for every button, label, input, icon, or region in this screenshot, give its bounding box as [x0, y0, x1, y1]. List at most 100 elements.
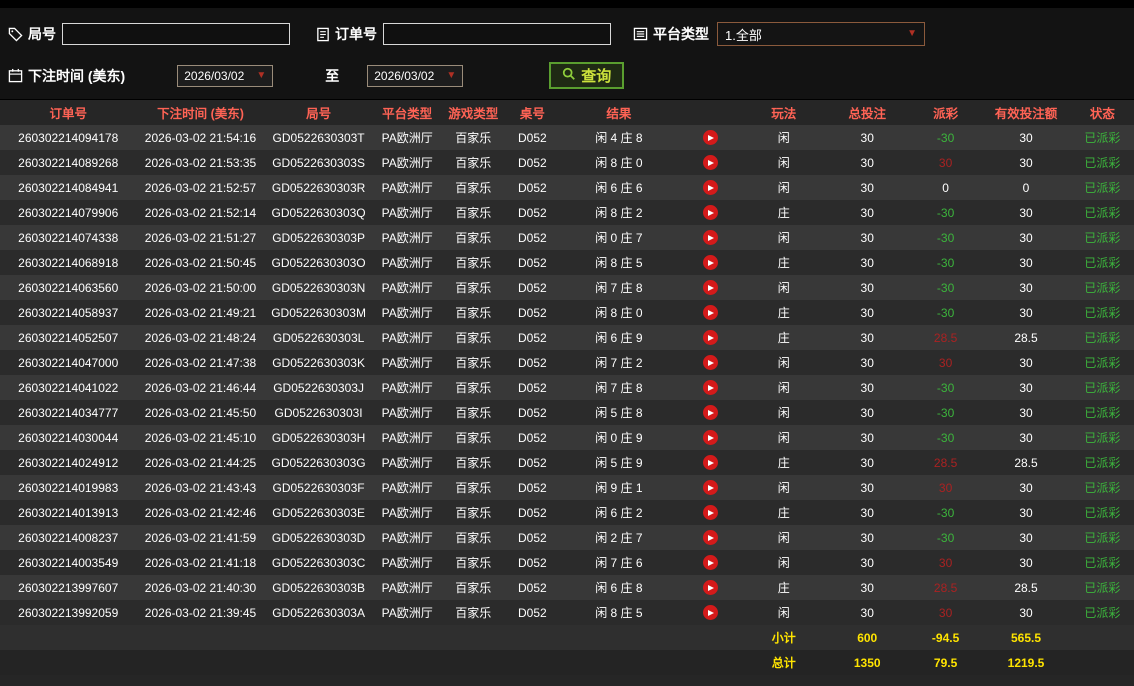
play-triangle-icon [708, 134, 715, 141]
table-row: 260302214052507 2026-03-02 21:48:24 GD05… [0, 325, 1134, 350]
bet-time-cell: 2026-03-02 21:52:14 [144, 205, 257, 220]
calendar-icon [8, 68, 23, 83]
result-cell: 闲 5 庄 9 [595, 456, 643, 470]
total-bet-cell: 30 [860, 230, 874, 245]
result-cell: 闲 4 庄 8 [595, 131, 643, 145]
payout-cell: -30 [936, 280, 955, 295]
replay-cell [678, 300, 743, 325]
replay-icon[interactable] [702, 280, 718, 296]
replay-icon[interactable] [702, 480, 718, 496]
status-cell: 已派彩 [1084, 381, 1121, 395]
order-label: 订单号 [335, 26, 377, 42]
total-bet-cell: 30 [860, 305, 874, 320]
order-no-cell: 260302214084941 [18, 180, 119, 195]
payout-cell: 30 [938, 155, 953, 170]
replay-icon[interactable] [702, 380, 718, 396]
replay-icon[interactable] [702, 555, 718, 571]
date-from-picker[interactable]: 2026/03/02 ▼ [177, 64, 274, 87]
play-triangle-icon [708, 609, 715, 616]
status-cell: 已派彩 [1084, 606, 1121, 620]
play-triangle-icon [708, 559, 715, 566]
subtotal-status-spacer [1071, 625, 1134, 650]
play-cell: 庄 [777, 331, 790, 345]
replay-icon[interactable] [702, 330, 718, 346]
replay-icon[interactable] [702, 230, 718, 246]
subtotal-row: 小计 600 -94.5 565.5 [0, 625, 1134, 650]
game-type-cell: 百家乐 [455, 381, 492, 395]
search-icon [562, 67, 576, 85]
round-no-cell: GD0522630303H [271, 430, 366, 445]
platform-cell: PA欧洲厅 [381, 506, 433, 520]
payout-cell: 0 [942, 180, 949, 195]
status-cell: 已派彩 [1084, 406, 1121, 420]
order-no-cell: 260302214068918 [18, 255, 119, 270]
total-bet-cell: 30 [860, 330, 874, 345]
order-input[interactable] [383, 23, 611, 45]
replay-icon[interactable] [702, 530, 718, 546]
round-no-cell: GD0522630303I [274, 405, 363, 420]
column-header-round-no: 局号 [264, 100, 373, 125]
list-icon [633, 27, 648, 41]
replay-icon[interactable] [702, 505, 718, 521]
replay-icon[interactable] [702, 355, 718, 371]
round-no-cell: GD0522630303M [271, 305, 366, 320]
bet-time-cell: 2026-03-02 21:39:45 [144, 605, 257, 620]
round-no-cell: GD0522630303J [273, 380, 364, 395]
total-bet-cell: 30 [860, 355, 874, 370]
payout-cell: 28.5 [933, 455, 958, 470]
order-no-cell: 260302214008237 [18, 530, 119, 545]
replay-icon[interactable] [702, 130, 718, 146]
play-cell: 庄 [777, 206, 790, 220]
query-button[interactable]: 查询 [549, 62, 625, 89]
play-triangle-icon [708, 409, 715, 416]
total-bet-cell: 30 [860, 280, 874, 295]
game-type-cell: 百家乐 [455, 156, 492, 170]
replay-cell [678, 200, 743, 225]
result-cell: 闲 7 庄 6 [595, 556, 643, 570]
valid-bet-cell: 30 [1019, 530, 1033, 545]
total-bet-cell: 30 [860, 530, 874, 545]
payout-cell: -30 [936, 530, 955, 545]
payout-cell: 30 [938, 480, 953, 495]
status-cell: 已派彩 [1084, 431, 1121, 445]
valid-bet-cell: 0 [1022, 180, 1030, 195]
replay-icon[interactable] [702, 305, 718, 321]
replay-icon[interactable] [702, 255, 718, 271]
replay-icon[interactable] [702, 430, 718, 446]
payout-cell: -30 [936, 255, 955, 270]
replay-icon[interactable] [702, 155, 718, 171]
replay-icon[interactable] [702, 580, 718, 596]
replay-icon[interactable] [702, 605, 718, 621]
table-no-cell: D052 [518, 580, 547, 595]
total-row: 总计 1350 79.5 1219.5 [0, 650, 1134, 675]
replay-icon[interactable] [702, 205, 718, 221]
play-cell: 闲 [777, 281, 790, 295]
table-no-cell: D052 [518, 230, 547, 245]
filter-panel: 局号 订单号 平台类型 1.全部 ▼ 下注时间 (美东) 2026/03/02 … [0, 8, 1134, 100]
table-row: 260302214068918 2026-03-02 21:50:45 GD05… [0, 250, 1134, 275]
replay-icon[interactable] [702, 180, 718, 196]
platform-cell: PA欧洲厅 [381, 531, 433, 545]
platform-select[interactable]: 1.全部 ▼ [717, 22, 925, 46]
column-header-order-no: 订单号 [0, 100, 137, 125]
table-row: 260302214019983 2026-03-02 21:43:43 GD05… [0, 475, 1134, 500]
replay-icon[interactable] [702, 405, 718, 421]
round-input[interactable] [62, 23, 290, 45]
column-header-platform: 平台类型 [372, 100, 442, 125]
valid-bet-cell: 30 [1019, 555, 1033, 570]
date-to-picker[interactable]: 2026/03/02 ▼ [367, 64, 464, 87]
valid-bet-cell: 30 [1019, 605, 1033, 620]
platform-cell: PA欧洲厅 [381, 256, 433, 270]
play-triangle-icon [708, 484, 715, 491]
column-header-bet-time: 下注时间 (美东) [136, 100, 265, 125]
platform-filter-group: 平台类型 1.全部 ▼ [633, 22, 925, 46]
play-triangle-icon [708, 384, 715, 391]
replay-icon[interactable] [702, 455, 718, 471]
play-triangle-icon [708, 334, 715, 341]
play-triangle-icon [708, 259, 715, 266]
play-cell: 闲 [777, 356, 790, 370]
replay-cell [678, 375, 743, 400]
play-cell: 闲 [777, 156, 790, 170]
game-type-cell: 百家乐 [455, 256, 492, 270]
order-no-cell: 260302214063560 [18, 280, 119, 295]
